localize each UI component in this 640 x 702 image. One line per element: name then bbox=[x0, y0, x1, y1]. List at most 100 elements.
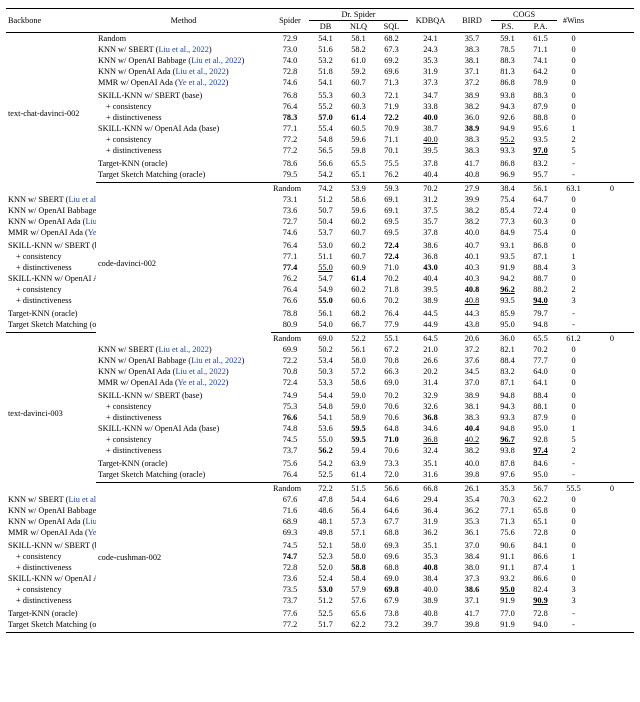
value-cell: 38.4 bbox=[491, 183, 524, 195]
value-cell: 86.6 bbox=[524, 551, 557, 562]
value-cell: 69.6 bbox=[375, 551, 408, 562]
method-cell: SKILL-KNN w/ SBERT (base) bbox=[6, 240, 96, 251]
value-cell: 37.2 bbox=[453, 77, 491, 88]
value-cell: 40.0 bbox=[408, 584, 453, 595]
backbone-cell: code-cushman-002 bbox=[96, 483, 271, 633]
citation-link[interactable]: Liu et al., 2022 bbox=[85, 217, 96, 226]
citation-link[interactable]: Liu et al., 2022 bbox=[175, 67, 225, 76]
value-cell: 0 bbox=[557, 366, 590, 377]
value-cell: 38.2 bbox=[453, 216, 491, 227]
value-cell: 90.6 bbox=[491, 540, 524, 551]
value-cell: 38.3 bbox=[453, 145, 491, 156]
value-cell: 40.7 bbox=[453, 240, 491, 251]
value-cell: 94.0 bbox=[524, 619, 557, 630]
value-cell: 44.5 bbox=[408, 308, 453, 319]
value-cell: 88.3 bbox=[491, 55, 524, 66]
citation-link[interactable]: Liu et al., 2022 bbox=[68, 495, 96, 504]
value-cell: 56.4 bbox=[342, 505, 375, 516]
value-cell: 77.2 bbox=[271, 134, 309, 145]
value-cell: 97.4 bbox=[524, 445, 557, 456]
value-cell: 56.6 bbox=[375, 483, 408, 495]
hdr-cogs: COGS bbox=[491, 9, 557, 21]
citation-link[interactable]: Liu et al., 2022 bbox=[85, 517, 96, 526]
value-cell: 0 bbox=[557, 44, 590, 55]
citation-link[interactable]: Ye et al., 2022 bbox=[88, 228, 96, 237]
value-cell: 94.8 bbox=[491, 390, 524, 401]
value-cell: 52.5 bbox=[309, 469, 342, 480]
citation-link[interactable]: Liu et al., 2022 bbox=[68, 195, 96, 204]
value-cell: 55.1 bbox=[375, 333, 408, 345]
value-cell: 54.1 bbox=[309, 412, 342, 423]
value-cell: 92.6 bbox=[491, 112, 524, 123]
citation-link[interactable]: Ye et al., 2022 bbox=[88, 528, 96, 537]
value-cell: 75.6 bbox=[491, 527, 524, 538]
value-cell: 51.6 bbox=[309, 44, 342, 55]
citation-link[interactable]: Liu et al., 2022 bbox=[158, 345, 208, 354]
value-cell: 59.4 bbox=[342, 445, 375, 456]
method-cell: SKILL-KNN w/ SBERT (base) bbox=[96, 390, 271, 401]
results-table: Backbone Method Spider Dr. Spider KDBQA … bbox=[6, 8, 634, 633]
value-cell: 58.0 bbox=[342, 551, 375, 562]
value-cell: 38.3 bbox=[453, 44, 491, 55]
value-cell: 31.9 bbox=[408, 66, 453, 77]
value-cell: 0 bbox=[557, 355, 590, 366]
value-cell: 74.5 bbox=[271, 540, 309, 551]
method-cell: KNN w/ OpenAI Ada (Liu et al., 2022) bbox=[6, 516, 96, 527]
citation-link[interactable]: Ye et al., 2022 bbox=[178, 378, 226, 387]
value-cell: 27.9 bbox=[453, 183, 491, 195]
value-cell: 87.9 bbox=[524, 101, 557, 112]
method-cell: SKILL-KNN w/ SBERT (base) bbox=[6, 540, 96, 551]
value-cell: 69.0 bbox=[375, 377, 408, 388]
hdr-spider: Spider bbox=[271, 9, 309, 33]
value-cell: 34.6 bbox=[408, 423, 453, 434]
value-cell: 51.7 bbox=[309, 619, 342, 630]
value-cell: 84.9 bbox=[491, 227, 524, 238]
value-cell: 82.1 bbox=[491, 344, 524, 355]
value-cell: 59.6 bbox=[342, 134, 375, 145]
citation-link[interactable]: Liu et al., 2022 bbox=[158, 45, 208, 54]
citation-link[interactable]: Liu et al., 2022 bbox=[175, 367, 225, 376]
value-cell: 40.0 bbox=[453, 227, 491, 238]
value-cell: 26.1 bbox=[453, 483, 491, 495]
citation-link[interactable]: Ye et al., 2022 bbox=[178, 78, 226, 87]
value-cell: 93.5 bbox=[524, 134, 557, 145]
value-cell: 56.1 bbox=[524, 183, 557, 195]
value-cell: 35.7 bbox=[408, 216, 453, 227]
citation-link[interactable]: Liu et al., 2022 bbox=[191, 356, 241, 365]
value-cell: 51.5 bbox=[342, 483, 375, 495]
citation-link[interactable]: Liu et al., 2022 bbox=[191, 56, 241, 65]
method-cell: KNN w/ OpenAI Babbage (Liu et al., 2022) bbox=[6, 205, 96, 216]
value-cell: 82.4 bbox=[524, 584, 557, 595]
value-cell: 60.5 bbox=[342, 123, 375, 134]
value-cell: 69.3 bbox=[271, 527, 309, 538]
value-cell: 43.8 bbox=[453, 319, 491, 330]
value-cell: 38.4 bbox=[408, 573, 453, 584]
value-cell: 54.1 bbox=[309, 33, 342, 45]
value-cell: 58.9 bbox=[342, 412, 375, 423]
value-cell: 38.9 bbox=[408, 295, 453, 306]
value-cell: 83.2 bbox=[491, 366, 524, 377]
value-cell: 36.0 bbox=[453, 112, 491, 123]
method-cell: KNN w/ OpenAI Ada (Liu et al., 2022) bbox=[96, 66, 271, 77]
value-cell: 35.3 bbox=[491, 483, 524, 495]
value-cell: 75.6 bbox=[271, 458, 309, 469]
value-cell: 64.6 bbox=[375, 494, 408, 505]
value-cell: 64.1 bbox=[524, 377, 557, 388]
value-cell: 36.8 bbox=[408, 412, 453, 423]
hdr-sql: SQL bbox=[375, 21, 408, 33]
value-cell: 88.8 bbox=[524, 112, 557, 123]
value-cell: 50.2 bbox=[309, 344, 342, 355]
value-cell: 37.8 bbox=[408, 158, 453, 169]
value-cell: 38.9 bbox=[408, 595, 453, 606]
value-cell: 52.2 bbox=[342, 333, 375, 345]
value-cell: 95.7 bbox=[524, 169, 557, 180]
value-cell: 54.8 bbox=[309, 134, 342, 145]
value-cell: 94.3 bbox=[491, 101, 524, 112]
value-cell: 84.6 bbox=[524, 458, 557, 469]
value-cell: 64.2 bbox=[524, 66, 557, 77]
value-cell: 94.0 bbox=[524, 295, 557, 306]
value-cell: 58.6 bbox=[342, 194, 375, 205]
value-cell: 60.7 bbox=[342, 251, 375, 262]
value-cell: 34.7 bbox=[408, 90, 453, 101]
value-cell: 72.8 bbox=[524, 527, 557, 538]
